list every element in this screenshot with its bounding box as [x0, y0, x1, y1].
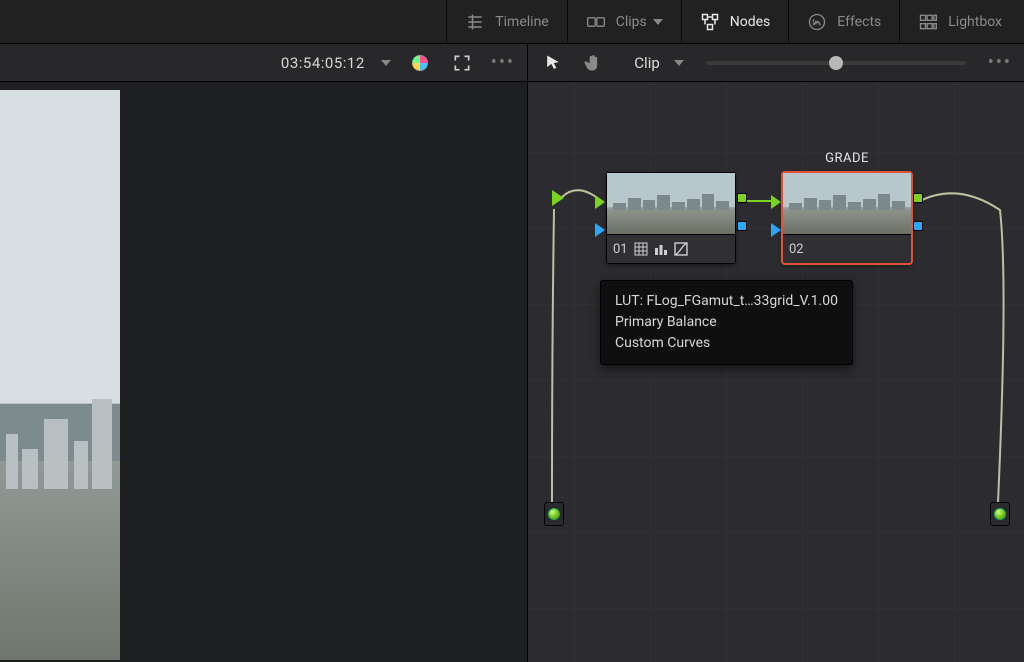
tab-effects[interactable]: fx Effects: [788, 0, 899, 43]
primaries-applied-icon: [654, 242, 668, 256]
tab-timeline[interactable]: Timeline: [446, 0, 566, 43]
main-area: 01 GRADE 02 LUT: FLog_FGamut_t…33grid_V.: [0, 82, 1024, 662]
node-02-rgb-in[interactable]: [771, 195, 781, 209]
node-02-alpha-in[interactable]: [771, 223, 781, 237]
svg-text:fx: fx: [812, 17, 819, 26]
tooltip-line-primary: Primary Balance: [615, 312, 838, 333]
node-02-alpha-out[interactable]: [913, 221, 923, 231]
tooltip-line-curves: Custom Curves: [615, 333, 838, 354]
zoom-slider-knob[interactable]: [829, 56, 843, 70]
node-01-thumbnail: [607, 173, 735, 235]
nodes-icon: [700, 12, 720, 32]
node-01-alpha-out[interactable]: [737, 221, 747, 231]
green-dot-icon: [548, 508, 560, 520]
color-wheel-button[interactable]: [407, 50, 433, 76]
node-01-tooltip: LUT: FLog_FGamut_t…33grid_V.1.00 Primary…: [600, 280, 853, 365]
hand-tool[interactable]: [580, 50, 606, 76]
node-02-rgb-out[interactable]: [913, 193, 923, 203]
green-dot-icon: [994, 508, 1006, 520]
expand-button[interactable]: [449, 50, 475, 76]
hand-icon: [583, 53, 603, 73]
color-wheel-icon: [410, 53, 430, 73]
nodegraph-toolbar: Clip •••: [528, 44, 1024, 81]
node-edges: [528, 82, 1024, 662]
node-02-number: 02: [789, 242, 804, 257]
timecode-chevron-icon[interactable]: [381, 60, 391, 66]
expand-icon: [452, 53, 472, 73]
graph-output-pad[interactable]: [990, 502, 1010, 526]
chevron-down-icon: [653, 19, 663, 25]
lightbox-icon: [918, 12, 938, 32]
top-tab-bar: Timeline Clips Nodes fx Effects Lightbox: [0, 0, 1024, 44]
tab-lightbox[interactable]: Lightbox: [899, 0, 1020, 43]
timeline-icon: [465, 12, 485, 32]
secondary-toolbar: 03:54:05:12 ••• Clip •••: [0, 44, 1024, 82]
node-01-alpha-in[interactable]: [595, 223, 605, 237]
tab-nodes[interactable]: Nodes: [681, 0, 789, 43]
tab-label: Effects: [837, 14, 881, 30]
viewer-panel[interactable]: [0, 82, 528, 662]
graph-source-pad[interactable]: [544, 502, 564, 526]
node-02-thumbnail: [783, 173, 911, 235]
viewer-image: [0, 90, 120, 660]
node-01[interactable]: 01: [606, 172, 736, 264]
graph-input-port[interactable]: [552, 190, 564, 206]
effects-icon: fx: [807, 12, 827, 32]
zoom-slider[interactable]: [706, 61, 966, 65]
curves-applied-icon: [674, 242, 688, 256]
clips-icon: [586, 12, 606, 32]
lut-applied-icon: [634, 242, 648, 256]
node-graph[interactable]: 01 GRADE 02 LUT: FLog_FGamut_t…33grid_V.: [528, 82, 1024, 662]
node-01-rgb-in[interactable]: [595, 195, 605, 209]
node-01-rgb-out[interactable]: [737, 193, 747, 203]
timecode-display[interactable]: 03:54:05:12: [281, 54, 365, 72]
tab-label: Clips: [616, 14, 647, 30]
pointer-icon: [543, 53, 563, 73]
clip-mode-label[interactable]: Clip: [634, 54, 659, 72]
viewer-toolbar-left: 03:54:05:12 •••: [0, 44, 528, 81]
node-02-label: GRADE: [825, 151, 869, 166]
tab-label: Lightbox: [948, 14, 1002, 30]
pointer-tool[interactable]: [540, 50, 566, 76]
tooltip-line-lut: LUT: FLog_FGamut_t…33grid_V.1.00: [615, 291, 838, 312]
node-01-number: 01: [613, 242, 628, 257]
clip-mode-chevron-icon[interactable]: [674, 60, 684, 66]
node-02-grade[interactable]: GRADE 02: [782, 172, 912, 264]
tab-label: Nodes: [730, 14, 771, 30]
tab-label: Timeline: [495, 14, 548, 30]
tab-clips[interactable]: Clips: [567, 0, 681, 43]
